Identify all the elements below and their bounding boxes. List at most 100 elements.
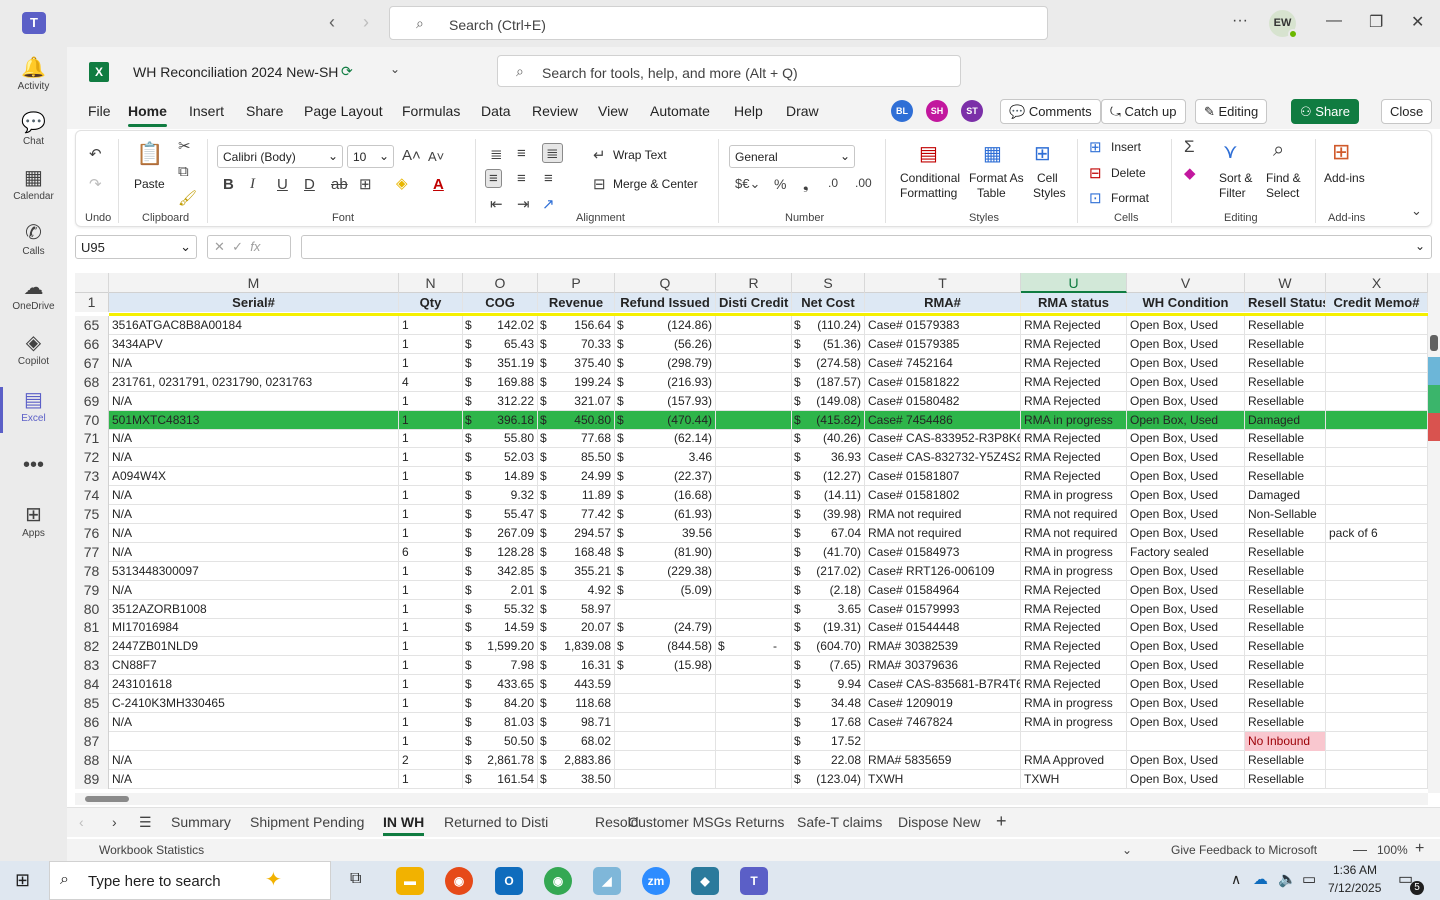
paste-button[interactable]: Paste bbox=[134, 177, 165, 191]
cell-styles-button[interactable]: Cell bbox=[1037, 171, 1058, 185]
tab-insert[interactable]: Insert bbox=[189, 103, 224, 119]
cell-status[interactable]: RMA Rejected bbox=[1021, 448, 1127, 468]
currency-icon[interactable]: $€⌄ bbox=[735, 176, 760, 192]
row-header[interactable]: 84 bbox=[75, 675, 109, 695]
cell-cog[interactable]: $2.01 bbox=[463, 580, 538, 600]
cell-resell[interactable]: Damaged bbox=[1245, 486, 1326, 506]
cell-status[interactable]: RMA not required bbox=[1021, 523, 1127, 543]
cell-resell[interactable]: Resellable bbox=[1245, 448, 1326, 468]
cell-memo[interactable] bbox=[1326, 467, 1428, 487]
table-row[interactable]: 81 MI17016984 1 $14.59 $20.07 $ (24.79) $ (19.31… bbox=[75, 618, 1428, 638]
cell-disti[interactable] bbox=[716, 542, 792, 562]
table-row[interactable]: 84 243101618 1 $433.65 $443.59 $9.94 Case# CAS… bbox=[75, 675, 1428, 695]
cell-qty[interactable]: 1 bbox=[399, 637, 463, 657]
network-icon[interactable]: ▭ bbox=[1302, 870, 1316, 888]
table-row[interactable]: 78 5313448300097 1 $342.85 $355.21 $ (229.38) $… bbox=[75, 561, 1428, 581]
cell-disti[interactable] bbox=[716, 429, 792, 449]
cell-status[interactable]: RMA Approved bbox=[1021, 750, 1127, 770]
column-header-s[interactable]: S bbox=[792, 273, 865, 293]
cell-cond[interactable]: Factory sealed bbox=[1127, 542, 1245, 562]
cell-serial[interactable]: 3434APV bbox=[109, 334, 399, 354]
table-row[interactable]: 87 1 $50.50 $68.02 $17.52 No Inbound bbox=[75, 731, 1428, 751]
cell-ref[interactable]: $ (61.93) bbox=[615, 505, 716, 524]
rail-item-chat[interactable]: 💬 Chat bbox=[0, 110, 67, 147]
cell-serial[interactable]: N/A bbox=[109, 712, 399, 732]
cell-cond[interactable] bbox=[1127, 731, 1245, 751]
cell-status[interactable]: RMA in progress bbox=[1021, 712, 1127, 732]
italic-icon[interactable]: I bbox=[250, 176, 255, 193]
cell-rma[interactable]: Case# 7452164 bbox=[865, 353, 1021, 373]
cell-disti[interactable] bbox=[716, 448, 792, 468]
cell-qty[interactable]: 1 bbox=[399, 656, 463, 676]
close-button[interactable]: Close bbox=[1381, 99, 1433, 124]
onedrive-icon[interactable]: ☁ bbox=[1253, 870, 1268, 888]
cell-status[interactable]: RMA not required bbox=[1021, 505, 1127, 524]
cell-status[interactable]: RMA Rejected bbox=[1021, 334, 1127, 354]
cell-rma[interactable]: Case# 01580482 bbox=[865, 391, 1021, 411]
cell-status[interactable]: RMA in progress bbox=[1021, 694, 1127, 713]
percent-icon[interactable]: % bbox=[774, 176, 786, 192]
orientation-icon[interactable]: ↗ bbox=[542, 195, 555, 213]
cell-disti[interactable] bbox=[716, 505, 792, 524]
tab-file[interactable]: File bbox=[88, 103, 111, 119]
insert-function-icon[interactable]: fx bbox=[250, 239, 260, 254]
cell-ref[interactable]: $ (844.58) bbox=[615, 637, 716, 657]
cell-rev[interactable]: $443.59 bbox=[538, 675, 615, 695]
rail-item-excel[interactable]: ▤ Excel bbox=[0, 387, 67, 433]
cell-resell[interactable]: Resellable bbox=[1245, 334, 1326, 354]
cell-status[interactable]: RMA Rejected bbox=[1021, 618, 1127, 638]
cell-cond[interactable]: Open Box, Used bbox=[1127, 334, 1245, 354]
rail-item-onedrive[interactable]: ☁ OneDrive bbox=[0, 275, 67, 312]
row-header[interactable]: 82 bbox=[75, 637, 109, 657]
align-top-icon[interactable]: ≣ bbox=[490, 145, 503, 163]
cell-status[interactable]: RMA in progress bbox=[1021, 561, 1127, 581]
worksheet-grid[interactable]: MNOPQRSTUVWX 1 Serial# Qty COG Revenue Refund… bbox=[75, 273, 1428, 793]
cell-disti[interactable] bbox=[716, 486, 792, 506]
cell-status[interactable]: RMA in progress bbox=[1021, 410, 1127, 430]
cell-rev[interactable]: $2,883.86 bbox=[538, 750, 615, 770]
cell-cog[interactable]: $55.80 bbox=[463, 429, 538, 449]
cell-resell[interactable]: Resellable bbox=[1245, 542, 1326, 562]
cell-serial[interactable]: C-2410K3MH330465 bbox=[109, 694, 399, 713]
column-title[interactable]: RMA# bbox=[865, 293, 1021, 312]
clock-date[interactable]: 7/12/2025 bbox=[1328, 881, 1381, 895]
row-header[interactable]: 89 bbox=[75, 769, 109, 789]
row-header[interactable]: 70 bbox=[75, 410, 109, 430]
horizontal-scrollbar[interactable] bbox=[75, 793, 1428, 805]
cell-serial[interactable]: N/A bbox=[109, 505, 399, 524]
cell-rma[interactable]: Case# 7454486 bbox=[865, 410, 1021, 430]
cell-cond[interactable]: Open Box, Used bbox=[1127, 316, 1245, 335]
cell-rev[interactable]: $98.71 bbox=[538, 712, 615, 732]
cell-memo[interactable] bbox=[1326, 316, 1428, 335]
cell-disti[interactable] bbox=[716, 334, 792, 354]
cell-disti[interactable] bbox=[716, 316, 792, 335]
cell-rma[interactable]: RMA not required bbox=[865, 523, 1021, 543]
column-header-m[interactable]: M bbox=[109, 273, 399, 293]
merge-center-icon[interactable]: ⊟ bbox=[593, 175, 606, 193]
undo-icon[interactable]: ↶ bbox=[89, 145, 102, 163]
forward-arrow-icon[interactable]: › bbox=[363, 12, 369, 33]
cell-ref[interactable] bbox=[615, 599, 716, 619]
insert-cells-button[interactable]: Insert bbox=[1111, 140, 1141, 154]
cell-memo[interactable] bbox=[1326, 410, 1428, 430]
formula-input[interactable]: ⌄ bbox=[301, 235, 1432, 259]
cell-qty[interactable]: 1 bbox=[399, 505, 463, 524]
cell-qty[interactable]: 4 bbox=[399, 372, 463, 392]
align-right-icon[interactable]: ≡ bbox=[544, 170, 553, 187]
sort-filter-icon[interactable]: ⋎ bbox=[1223, 139, 1238, 164]
column-header-v[interactable]: V bbox=[1127, 273, 1245, 293]
teams-logo-icon[interactable]: T bbox=[22, 12, 46, 34]
cell-rev[interactable]: $199.24 bbox=[538, 372, 615, 392]
cell-rma[interactable]: RMA not required bbox=[865, 505, 1021, 524]
sheet-tab-dispose-new[interactable]: Dispose New bbox=[898, 814, 980, 830]
cell-serial[interactable]: N/A bbox=[109, 353, 399, 373]
cell-rma[interactable]: Case# CAS-833952-R3P8K6-1 bbox=[865, 429, 1021, 449]
cell-qty[interactable]: 1 bbox=[399, 675, 463, 695]
cell-serial[interactable]: 3512AZORB1008 bbox=[109, 599, 399, 619]
cell-rma[interactable]: Case# CAS-835681-B7R4T6-1 bbox=[865, 675, 1021, 695]
cell-memo[interactable] bbox=[1326, 505, 1428, 524]
cell-ref[interactable]: $ (56.26) bbox=[615, 334, 716, 354]
decrease-decimal-icon[interactable]: .00 bbox=[855, 176, 872, 190]
cell-qty[interactable]: 1 bbox=[399, 486, 463, 506]
scroll-thumb[interactable] bbox=[85, 796, 129, 802]
